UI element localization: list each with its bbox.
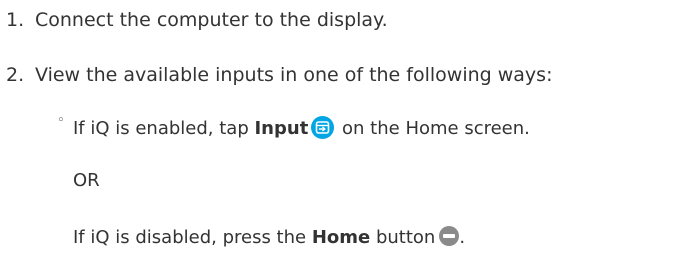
- sub-step-text: .: [459, 227, 466, 248]
- instruction-document: 1. Connect the computer to the display. 2…: [0, 0, 695, 273]
- home-button-icon: [439, 226, 460, 246]
- home-label: Home: [311, 227, 371, 248]
- step-number: 2.: [6, 64, 25, 86]
- step-number: 1.: [6, 9, 25, 31]
- sub-step-text: If iQ is disabled, press the: [73, 227, 312, 248]
- step-1: 1. Connect the computer to the display.: [0, 7, 388, 33]
- sub-step-iq-disabled: If iQ is disabled, press the Home button…: [73, 225, 465, 251]
- sub-step-text: button: [370, 227, 436, 248]
- step-text: Connect the computer to the display.: [35, 9, 388, 31]
- sub-step-iq-enabled: If iQ is enabled, tap Input on the Home …: [73, 116, 530, 142]
- step-2: 2. View the available inputs in one of th…: [0, 62, 552, 88]
- sub-step-text: on the Home screen.: [336, 118, 530, 139]
- input-label: Input: [254, 118, 309, 139]
- hollow-bullet-icon: ◦: [57, 113, 65, 128]
- step-text: View the available inputs in one of the …: [35, 64, 553, 86]
- sub-step-text: If iQ is enabled, tap: [73, 118, 255, 139]
- or-separator: OR: [73, 170, 100, 191]
- input-icon: [311, 116, 335, 139]
